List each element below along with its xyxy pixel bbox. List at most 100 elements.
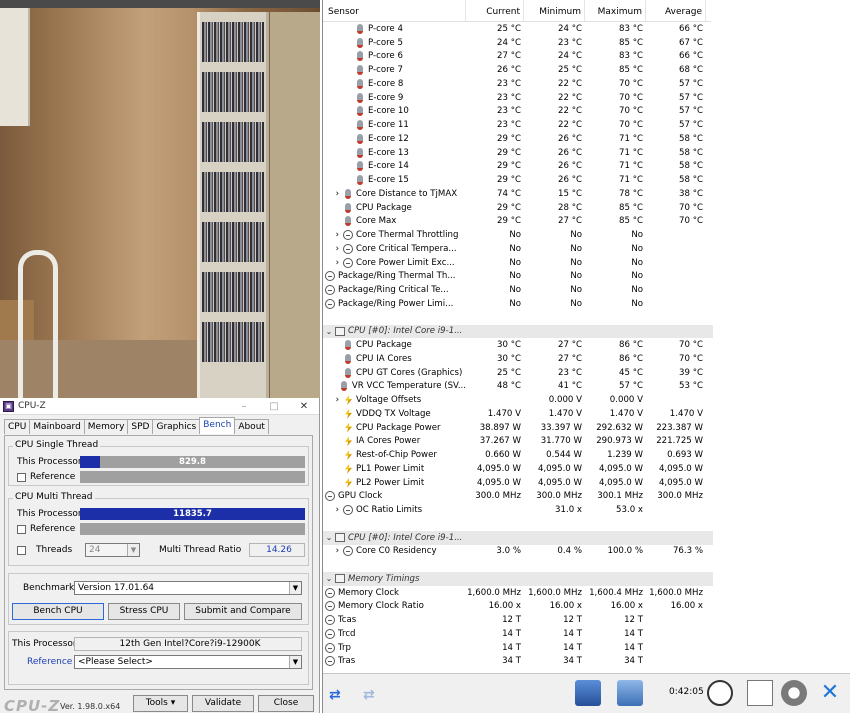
- sensor-row[interactable]: E-core 14 29 °C 26 °C 71 °C 58 °C: [323, 160, 713, 174]
- sensor-row[interactable]: VR VCC Temperature (SV... 48 °C 41 °C 57 °C…: [323, 380, 713, 394]
- sensor-row[interactable]: CPU GT Cores (Graphics) 25 °C 23 °C 45 °C 39…: [323, 366, 713, 380]
- sensor-row[interactable]: › OC Ratio Limits 31.0 x 53.0 x: [323, 503, 713, 517]
- close-window-button[interactable]: ✕: [289, 401, 319, 412]
- network-icon[interactable]: [575, 680, 601, 706]
- log-icon[interactable]: [747, 680, 773, 706]
- sensor-row[interactable]: › Voltage Offsets 0.000 V 0.000 V: [323, 393, 713, 407]
- column-minimum[interactable]: Minimum: [524, 0, 585, 21]
- close-icon[interactable]: ✕: [817, 680, 843, 706]
- close-button[interactable]: Close: [258, 695, 314, 712]
- minimize-button[interactable]: –: [229, 401, 259, 412]
- average-value: 39 °C: [679, 367, 703, 378]
- sensor-row[interactable]: E-core 13 29 °C 26 °C 71 °C 58 °C: [323, 146, 713, 160]
- sensor-row[interactable]: › Core Thermal Throttling No No No: [323, 228, 713, 242]
- navigate-back-icon[interactable]: ⇄: [329, 687, 341, 703]
- sensor-row[interactable]: Trp 14 T 14 T 14 T: [323, 641, 713, 655]
- validate-button[interactable]: Validate: [192, 695, 254, 712]
- clock-icon[interactable]: [707, 680, 733, 706]
- reset-icon[interactable]: [617, 680, 643, 706]
- maximize-button[interactable]: □: [259, 401, 289, 412]
- collapse-chevron-icon[interactable]: ⌄: [323, 574, 335, 583]
- multi-reference-checkbox[interactable]: [17, 524, 26, 534]
- sensor-row[interactable]: E-core 10 23 °C 22 °C 70 °C 57 °C: [323, 105, 713, 119]
- expand-chevron-icon[interactable]: ›: [323, 244, 343, 254]
- expand-chevron-icon[interactable]: ›: [323, 546, 343, 556]
- sensor-row[interactable]: E-core 11 23 °C 22 °C 70 °C 57 °C: [323, 118, 713, 132]
- thermometer-icon: [357, 37, 363, 48]
- sensor-row[interactable]: › Core Power Limit Exc... No No No: [323, 256, 713, 270]
- sensor-row[interactable]: PL2 Power Limit 4,095.0 W 4,095.0 W 4,095.0…: [323, 476, 713, 490]
- settings-icon[interactable]: [781, 680, 807, 706]
- sensor-row[interactable]: VDDQ TX Voltage 1.470 V 1.470 V 1.470 V 1.47…: [323, 407, 713, 421]
- navigate-forward-icon[interactable]: ⇄: [363, 687, 375, 703]
- bench-cpu-button[interactable]: Bench CPU: [12, 603, 104, 620]
- cpuz-footer: CPU-Z Ver. 1.98.0.x64 Tools ▾ Validate C…: [0, 695, 320, 713]
- sensor-row[interactable]: P-core 6 27 °C 24 °C 83 °C 66 °C: [323, 50, 713, 64]
- tab-cpu[interactable]: CPU: [4, 419, 31, 434]
- cpuz-titlebar[interactable]: ▣ CPU-Z – □ ✕: [0, 398, 319, 415]
- threads-select[interactable]: 24 ▼: [85, 543, 140, 557]
- expand-chevron-icon[interactable]: ›: [323, 505, 343, 515]
- sensor-group-row[interactable]: ⌄ CPU [#0]: Intel Core i9-1...: [323, 324, 713, 339]
- sensor-row[interactable]: E-core 15 29 °C 26 °C 71 °C 58 °C: [323, 173, 713, 187]
- tab-spd[interactable]: SPD: [127, 419, 154, 434]
- sensor-row[interactable]: Core Max 29 °C 27 °C 85 °C 70 °C: [323, 215, 713, 229]
- tools-button[interactable]: Tools ▾: [133, 695, 188, 712]
- sensor-row[interactable]: › Core C0 Residency 3.0 % 0.4 % 100.0 % 76.3 …: [323, 545, 713, 559]
- sensor-row[interactable]: Trcd 14 T 14 T 14 T: [323, 627, 713, 641]
- current-value: 12 T: [502, 615, 521, 626]
- sensor-row[interactable]: PL1 Power Limit 4,095.0 W 4,095.0 W 4,095.0…: [323, 462, 713, 476]
- sensor-row[interactable]: Tras 34 T 34 T 34 T: [323, 655, 713, 669]
- sensor-row[interactable]: CPU Package 29 °C 28 °C 85 °C 70 °C: [323, 201, 713, 215]
- submit-and-compare-button[interactable]: Submit and Compare: [184, 603, 302, 620]
- sensor-row[interactable]: CPU Package 30 °C 27 °C 86 °C 70 °C: [323, 338, 713, 352]
- expand-chevron-icon[interactable]: ›: [323, 189, 343, 199]
- sensor-row[interactable]: CPU Package Power 38.897 W 33.397 W 292.632…: [323, 421, 713, 435]
- tab-memory[interactable]: Memory: [83, 419, 129, 434]
- column-current[interactable]: Current: [466, 0, 524, 21]
- collapse-chevron-icon[interactable]: ⌄: [323, 533, 335, 542]
- expand-chevron-icon[interactable]: ›: [323, 395, 343, 405]
- sensor-row[interactable]: Rest-of-Chip Power 0.660 W 0.544 W 1.239 W 0…: [323, 448, 713, 462]
- sensor-row[interactable]: Memory Clock Ratio 16.00 x 16.00 x 16.00 x 1…: [323, 600, 713, 614]
- sensor-row[interactable]: Package/Ring Thermal Th... No No No: [323, 270, 713, 284]
- sensor-row[interactable]: IA Cores Power 37.267 W 31.770 W 290.973 W 2…: [323, 435, 713, 449]
- column-maximum[interactable]: Maximum: [585, 0, 646, 21]
- maximum-value: 4,095.0 W: [598, 463, 643, 474]
- sensor-row[interactable]: Package/Ring Power Limi... No No No: [323, 297, 713, 311]
- sensor-row[interactable]: Memory Clock 1,600.0 MHz 1,600.0 MHz 1,600.…: [323, 586, 713, 600]
- sensor-group-row[interactable]: ⌄ Memory Timings: [323, 572, 713, 586]
- current-value: 34 T: [502, 656, 521, 667]
- reference-select[interactable]: <Please Select> ▼: [74, 655, 302, 669]
- sensor-row[interactable]: › Core Critical Tempera... No No No: [323, 242, 713, 256]
- expand-chevron-icon[interactable]: ›: [323, 230, 343, 240]
- sensor-row[interactable]: E-core 12 29 °C 26 °C 71 °C 58 °C: [323, 132, 713, 146]
- column-average[interactable]: Average: [646, 0, 706, 21]
- sensor-row[interactable]: Tcas 12 T 12 T 12 T: [323, 613, 713, 627]
- collapse-chevron-icon[interactable]: ⌄: [323, 327, 335, 336]
- sensor-row[interactable]: P-core 4 25 °C 24 °C 83 °C 66 °C: [323, 22, 713, 36]
- sensor-row[interactable]: P-core 7 26 °C 25 °C 85 °C 68 °C: [323, 63, 713, 77]
- sensor-row[interactable]: CPU IA Cores 30 °C 27 °C 86 °C 70 °C: [323, 352, 713, 366]
- sensor-row[interactable]: E-core 8 23 °C 22 °C 70 °C 57 °C: [323, 77, 713, 91]
- threads-checkbox[interactable]: [17, 545, 26, 555]
- maximum-value: 1.239 W: [607, 450, 643, 461]
- sensor-row[interactable]: Package/Ring Critical Te... No No No: [323, 283, 713, 297]
- tab-bench[interactable]: Bench: [199, 417, 236, 434]
- stress-cpu-button[interactable]: Stress CPU: [108, 603, 180, 620]
- benchmark-version-select[interactable]: Version 17.01.64 ▼: [74, 581, 302, 595]
- tab-mainboard[interactable]: Mainboard: [29, 419, 85, 434]
- sensor-row[interactable]: E-core 9 23 °C 22 °C 70 °C 57 °C: [323, 91, 713, 105]
- sensor-name: P-core 6: [368, 51, 403, 62]
- tab-about[interactable]: About: [234, 419, 269, 434]
- sensor-row[interactable]: P-core 5 24 °C 23 °C 85 °C 67 °C: [323, 36, 713, 50]
- tab-graphics[interactable]: Graphics: [152, 419, 201, 434]
- sensor-row[interactable]: GPU Clock 300.0 MHz 300.0 MHz 300.1 MHz 300.…: [323, 490, 713, 504]
- single-reference-checkbox[interactable]: [17, 472, 26, 482]
- sensor-name-cell: › Core Critical Tempera...: [323, 243, 466, 254]
- expand-chevron-icon[interactable]: ›: [323, 258, 343, 268]
- sensor-name-cell: Package/Ring Power Limi...: [323, 298, 466, 309]
- sensor-group-row[interactable]: ⌄ CPU [#0]: Intel Core i9-1...: [323, 530, 713, 545]
- sensor-row[interactable]: › Core Distance to TjMAX 74 °C 15 °C 78 °C 38…: [323, 187, 713, 201]
- column-sensor[interactable]: Sensor: [323, 0, 466, 21]
